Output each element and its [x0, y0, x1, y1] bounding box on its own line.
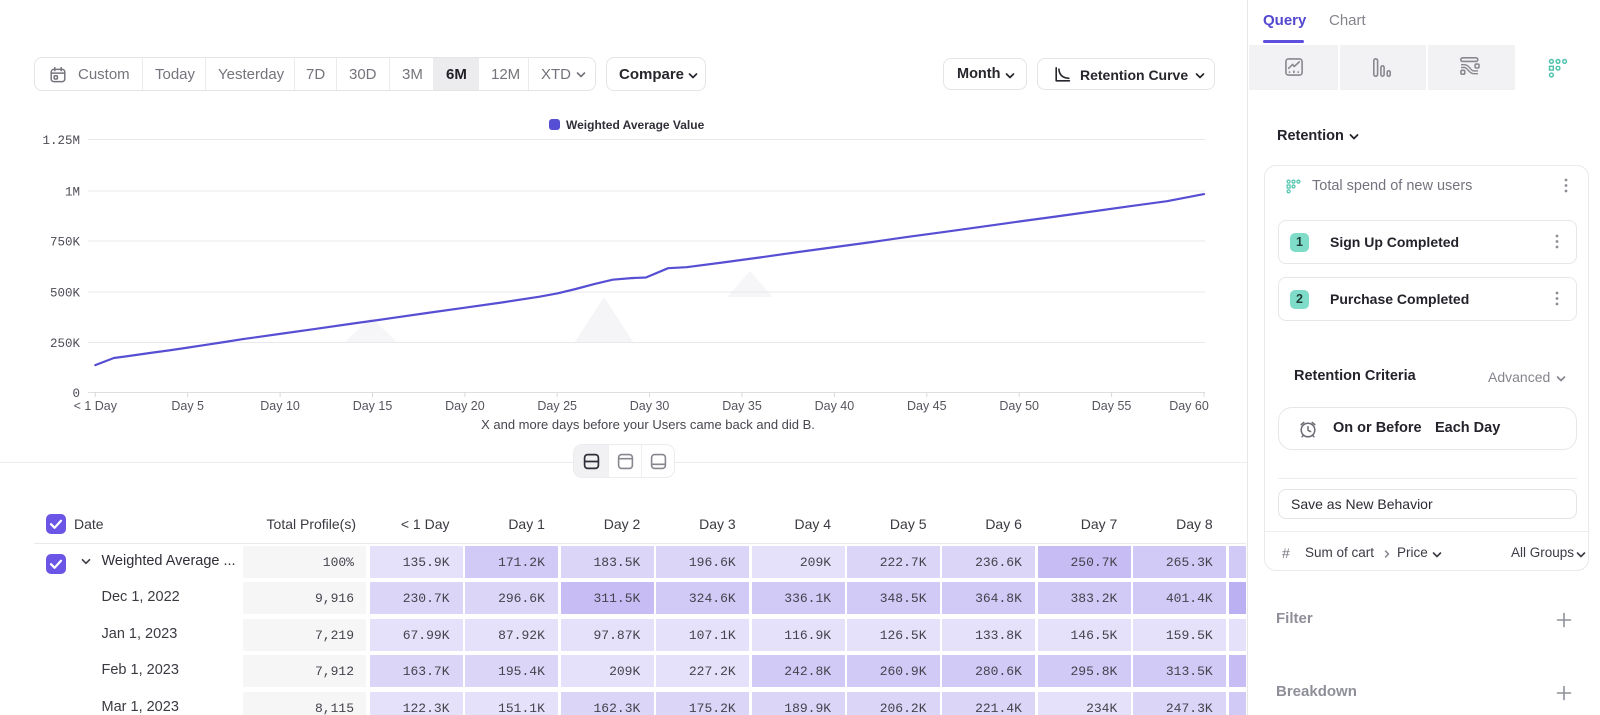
svg-text:500K: 500K — [50, 287, 81, 301]
svg-text:X and more days before your Us: X and more days before your Users came b… — [481, 417, 815, 432]
svg-text:Day 20: Day 20 — [445, 399, 485, 413]
svg-text:Day 60: Day 60 — [1169, 399, 1209, 413]
svg-text:Day 50: Day 50 — [999, 399, 1039, 413]
svg-text:250K: 250K — [50, 337, 81, 351]
svg-text:Day 40: Day 40 — [815, 399, 855, 413]
svg-text:Day 30: Day 30 — [630, 399, 670, 413]
svg-text:< 1 Day: < 1 Day — [74, 399, 118, 413]
svg-text:Day 55: Day 55 — [1092, 399, 1132, 413]
svg-text:Day 15: Day 15 — [353, 399, 393, 413]
svg-text:Day 25: Day 25 — [537, 399, 577, 413]
svg-text:750K: 750K — [50, 236, 81, 250]
svg-text:Day 45: Day 45 — [907, 399, 947, 413]
svg-text:Day 10: Day 10 — [260, 399, 300, 413]
svg-text:1M: 1M — [65, 186, 80, 200]
svg-text:1.25M: 1.25M — [42, 134, 80, 148]
svg-text:Day 5: Day 5 — [171, 399, 204, 413]
svg-text:Day 35: Day 35 — [722, 399, 762, 413]
